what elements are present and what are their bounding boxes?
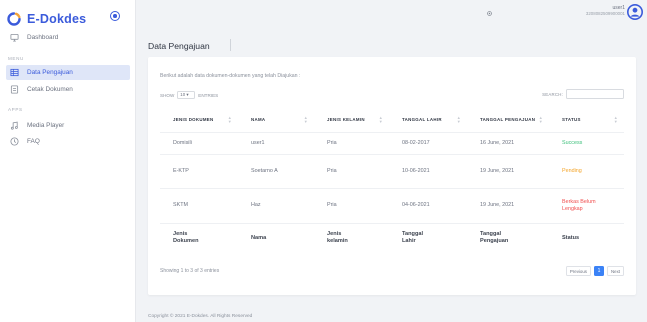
document-icon: [9, 85, 19, 95]
status-badge: Berkas Belum Lengkap: [549, 188, 624, 224]
sort-icon: ▲ ▼: [303, 115, 308, 124]
help-icon: [9, 137, 19, 147]
user-circle-icon[interactable]: [627, 4, 643, 20]
sidebar-toggle-icon[interactable]: [110, 11, 120, 21]
table-row: Domisili user1 Pria 08-02-2017 16 June, …: [160, 132, 624, 155]
sidebar-item-cetak-dokumen[interactable]: Cetak Dokumen: [6, 82, 130, 97]
sort-icon: ▲ ▼: [538, 115, 543, 124]
table-cell: Soetarno A: [238, 154, 314, 189]
gear-icon[interactable]: [486, 10, 493, 17]
sidebar: E-Dokdes Dashboard MENU Data Pengajuan C…: [0, 0, 136, 322]
sidebar-item-label: Data Pengajuan: [27, 69, 73, 76]
table-icon: [9, 68, 19, 78]
footer-cell: Nama: [251, 234, 267, 241]
table-cell: Pria: [314, 154, 389, 189]
monitor-icon: [9, 33, 19, 43]
table-row: E-KTP Soetarno A Pria 10-06-2021 19 June…: [160, 154, 624, 189]
table-footer-row: Jenis Dokumen Nama Jenis kelamin Tanggal…: [160, 223, 624, 253]
status-badge: Pending: [549, 154, 624, 189]
footer-cell: Jenis Dokumen: [173, 231, 199, 245]
table-cell: Pria: [314, 188, 389, 224]
entries-select[interactable]: 10 ▾: [177, 91, 196, 99]
title-divider: [230, 39, 231, 51]
table-cell: Domisili: [160, 132, 238, 155]
search-box: SEARCH:: [542, 89, 624, 99]
column-header[interactable]: TANGGAL PENGAJUAN ▲ ▼: [467, 108, 549, 133]
sidebar-item-label: Media Player: [27, 122, 65, 129]
footer-cell: Status: [562, 234, 580, 241]
table-header-row: JENIS DOKUMEN ▲ ▼ NAMA ▲ ▼ JENIS KELAMIN ▲ ▼ T…: [160, 108, 624, 133]
footer-cell: Tanggal Pengajuan: [480, 231, 509, 245]
user-info[interactable]: user1 3208082509900001: [586, 5, 625, 17]
column-header[interactable]: JENIS DOKUMEN ▲ ▼: [160, 108, 238, 133]
page-footer: Copyright © 2021 E-Dokdes. All Rights Re…: [148, 314, 253, 319]
table-row: SKTM Haz Pria 04-06-2021 19 June, 2021 B…: [160, 188, 624, 224]
table-cell: 19 June, 2021: [467, 154, 549, 189]
sort-icon: ▲ ▼: [378, 115, 383, 124]
table-cell: Pria: [314, 132, 389, 155]
column-header[interactable]: TANGGAL LAHIR ▲ ▼: [389, 108, 467, 133]
sidebar-item-label: Dashboard: [27, 34, 59, 41]
table-info: Showing 1 to 3 of 3 entries: [160, 268, 220, 274]
table-cell: 19 June, 2021: [467, 188, 549, 224]
sidebar-item-media-player[interactable]: Media Player: [6, 118, 130, 133]
search-label: SEARCH:: [542, 91, 563, 97]
page-title: Data Pengajuan: [148, 41, 210, 51]
music-icon: [9, 121, 19, 131]
sidebar-item-label: Cetak Dokumen: [27, 86, 73, 93]
table-cell: SKTM: [160, 188, 238, 224]
column-header[interactable]: JENIS KELAMIN ▲ ▼: [314, 108, 389, 133]
column-header[interactable]: NAMA ▲ ▼: [238, 108, 314, 133]
menu-section-label: MENU: [8, 56, 24, 61]
search-input[interactable]: [566, 89, 624, 99]
sidebar-item-label: FAQ: [27, 138, 40, 145]
table-cell: user1: [238, 132, 314, 155]
show-label: SHOW: [160, 92, 175, 98]
next-button[interactable]: Next: [606, 266, 624, 276]
footer-cell: Tanggal Lahir: [402, 231, 424, 245]
data-card: Berikut adalah data dokumen-dokumen yang…: [148, 57, 636, 295]
table-cell: Haz: [238, 188, 314, 224]
show-entries: SHOW 10 ▾ ENTRIES: [160, 91, 218, 99]
sidebar-item-dashboard[interactable]: Dashboard: [6, 30, 130, 45]
pagination: Previous 1 Next: [565, 266, 624, 276]
table-cell: 10-06-2021: [389, 154, 467, 189]
column-header[interactable]: STATUS ▲ ▼: [549, 108, 624, 133]
brand-name: E-Dokdes: [27, 12, 87, 26]
footer-cell: Jenis kelamin: [327, 231, 348, 245]
entries-label: ENTRIES: [198, 92, 219, 98]
status-badge: Success: [549, 132, 624, 155]
table-cell: 08-02-2017: [389, 132, 467, 155]
sort-icon: ▲ ▼: [613, 115, 618, 124]
table-cell: 04-06-2021: [389, 188, 467, 224]
sidebar-item-faq[interactable]: FAQ: [6, 134, 130, 149]
apps-section-label: APPS: [8, 107, 23, 112]
user-id: 3208082509900001: [585, 11, 625, 16]
table-cell: 16 June, 2021: [467, 132, 549, 155]
previous-button[interactable]: Previous: [565, 266, 591, 276]
sort-icon: ▲ ▼: [227, 115, 232, 124]
card-intro-text: Berikut adalah data dokumen-dokumen yang…: [160, 73, 301, 79]
topbar: user1 3208082509900001: [137, 0, 647, 26]
data-table: JENIS DOKUMEN ▲ ▼ NAMA ▲ ▼ JENIS KELAMIN ▲ ▼ T…: [160, 108, 624, 253]
page-1-button[interactable]: 1: [593, 266, 604, 276]
logo-icon: [7, 12, 21, 26]
sort-icon: ▲ ▼: [456, 115, 461, 124]
sidebar-item-data-pengajuan[interactable]: Data Pengajuan: [6, 65, 130, 80]
table-cell: E-KTP: [160, 154, 238, 189]
